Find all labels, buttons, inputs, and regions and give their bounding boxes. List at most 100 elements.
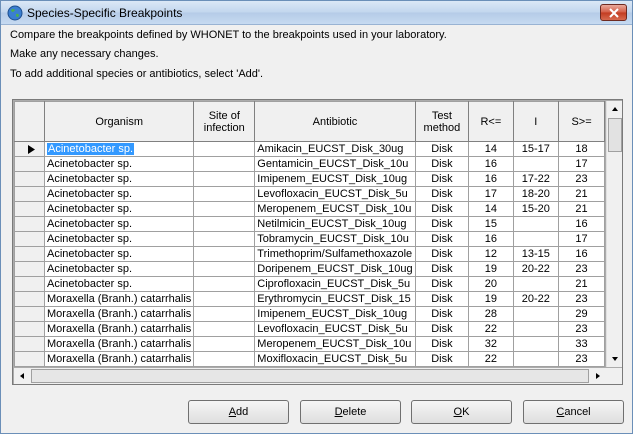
cell-s[interactable]: 23 (558, 351, 605, 367)
cell-organism[interactable]: Moraxella (Branh.) catarrhalis (44, 306, 195, 322)
cell-antibiotic[interactable]: Ciprofloxacin_EUCST_Disk_5u (254, 276, 416, 292)
cell-s[interactable]: 21 (558, 276, 605, 292)
row-selector[interactable] (14, 171, 46, 187)
table-row[interactable]: Acinetobacter sp. Levofloxacin_EUCST_Disk… (14, 186, 605, 202)
cell-test-method[interactable]: Disk (414, 141, 470, 157)
cell-r[interactable]: 14 (468, 201, 514, 217)
cell-site[interactable] (193, 156, 256, 172)
cell-r[interactable]: 20 (468, 276, 514, 292)
cell-r[interactable]: 19 (468, 291, 514, 307)
table-row[interactable]: Acinetobacter sp. Netilmicin_EUCST_Disk_1… (14, 216, 605, 232)
row-selector[interactable] (14, 306, 46, 322)
row-selector[interactable] (14, 291, 46, 307)
cell-s[interactable]: 16 (558, 246, 605, 262)
table-row[interactable]: Acinetobacter sp. Ciprofloxacin_EUCST_Dis… (14, 276, 605, 292)
scroll-right-icon[interactable] (590, 368, 606, 384)
cell-site[interactable] (193, 321, 256, 337)
cell-antibiotic[interactable]: Levofloxacin_EUCST_Disk_5u (254, 321, 416, 337)
cell-organism[interactable]: Moraxella (Branh.) catarrhalis (44, 321, 195, 337)
scroll-up-icon[interactable] (607, 101, 623, 117)
cell-r[interactable]: 22 (468, 321, 514, 337)
cell-site[interactable] (193, 246, 256, 262)
breakpoints-grid[interactable]: Organism Site of infection Antibiotic Te… (12, 99, 623, 385)
table-row[interactable]: Acinetobacter sp. Tobramycin_EUCST_Disk_1… (14, 231, 605, 247)
cell-r[interactable]: 19 (468, 261, 514, 277)
cell-i[interactable]: 20-22 (512, 291, 560, 307)
cell-antibiotic[interactable]: Netilmicin_EUCST_Disk_10ug (254, 216, 416, 232)
cell-s[interactable]: 23 (558, 261, 605, 277)
cell-r[interactable]: 14 (468, 141, 514, 157)
cell-r[interactable]: 12 (468, 246, 514, 262)
cell-i[interactable] (512, 216, 560, 232)
cell-antibiotic[interactable]: Imipenem_EUCST_Disk_10ug (254, 306, 416, 322)
column-header-organism[interactable]: Organism (44, 101, 195, 142)
cell-i[interactable]: 15-20 (512, 201, 560, 217)
cell-i[interactable] (512, 351, 560, 367)
cell-i[interactable]: 18-20 (512, 186, 560, 202)
close-button[interactable] (600, 4, 627, 21)
cell-r[interactable]: 16 (468, 156, 514, 172)
column-header-i[interactable]: I (512, 101, 560, 142)
row-selector[interactable] (14, 276, 46, 292)
row-selector[interactable] (14, 246, 46, 262)
cell-organism[interactable]: Acinetobacter sp. (44, 231, 195, 247)
cell-site[interactable] (193, 306, 256, 322)
cell-site[interactable] (193, 276, 256, 292)
cell-s[interactable]: 23 (558, 291, 605, 307)
table-row[interactable]: Moraxella (Branh.) catarrhalis Moxifloxac… (14, 351, 605, 367)
horizontal-scroll-thumb[interactable] (31, 369, 589, 383)
cell-r[interactable]: 22 (468, 351, 514, 367)
cell-i[interactable]: 13-15 (512, 246, 560, 262)
cell-i[interactable] (512, 321, 560, 337)
row-selector[interactable] (14, 231, 46, 247)
cell-antibiotic[interactable]: Meropenem_EUCST_Disk_10u (254, 336, 416, 352)
cell-organism[interactable]: Moraxella (Branh.) catarrhalis (44, 351, 195, 367)
cell-r[interactable]: 16 (468, 231, 514, 247)
cell-antibiotic[interactable]: Meropenem_EUCST_Disk_10u (254, 201, 416, 217)
row-selector[interactable] (14, 216, 46, 232)
cell-i[interactable] (512, 276, 560, 292)
cell-organism[interactable]: Acinetobacter sp. (44, 261, 195, 277)
add-button[interactable]: Add (188, 400, 289, 424)
cell-antibiotic[interactable]: Moxifloxacin_EUCST_Disk_5u (254, 351, 416, 367)
cell-test-method[interactable]: Disk (414, 231, 470, 247)
cell-test-method[interactable]: Disk (414, 216, 470, 232)
cell-s[interactable]: 23 (558, 321, 605, 337)
cell-organism[interactable]: Acinetobacter sp. (44, 171, 195, 187)
cell-test-method[interactable]: Disk (414, 291, 470, 307)
row-selector[interactable] (14, 186, 46, 202)
cell-antibiotic[interactable]: Gentamicin_EUCST_Disk_10u (254, 156, 416, 172)
row-selector[interactable] (14, 201, 46, 217)
vertical-scroll-thumb[interactable] (608, 118, 622, 152)
cell-site[interactable] (193, 291, 256, 307)
cell-test-method[interactable]: Disk (414, 276, 470, 292)
cell-test-method[interactable]: Disk (414, 306, 470, 322)
table-row[interactable]: Moraxella (Branh.) catarrhalis Meropenem_… (14, 336, 605, 352)
cell-s[interactable]: 17 (558, 156, 605, 172)
cell-s[interactable]: 16 (558, 216, 605, 232)
cell-site[interactable] (193, 186, 256, 202)
table-row[interactable]: Acinetobacter sp. Gentamicin_EUCST_Disk_1… (14, 156, 605, 172)
cell-i[interactable]: 17-22 (512, 171, 560, 187)
cell-antibiotic[interactable]: Erythromycin_EUCST_Disk_15 (254, 291, 416, 307)
table-row[interactable]: Acinetobacter sp. Meropenem_EUCST_Disk_10… (14, 201, 605, 217)
cell-s[interactable]: 33 (558, 336, 605, 352)
cell-antibiotic[interactable]: Levofloxacin_EUCST_Disk_5u (254, 186, 416, 202)
cell-test-method[interactable]: Disk (414, 351, 470, 367)
cell-test-method[interactable]: Disk (414, 171, 470, 187)
cell-test-method[interactable]: Disk (414, 156, 470, 172)
table-row[interactable]: Acinetobacter sp. Doripenem_EUCST_Disk_10… (14, 261, 605, 277)
cell-s[interactable]: 23 (558, 171, 605, 187)
cell-site[interactable] (193, 336, 256, 352)
cell-antibiotic[interactable]: Imipenem_EUCST_Disk_10ug (254, 171, 416, 187)
row-selector[interactable] (14, 156, 46, 172)
cell-test-method[interactable]: Disk (414, 336, 470, 352)
scroll-down-icon[interactable] (607, 351, 623, 367)
cell-organism[interactable]: Acinetobacter sp. (44, 246, 195, 262)
cell-antibiotic[interactable]: Trimethoprim/Sulfamethoxazole (254, 246, 416, 262)
row-selector[interactable] (14, 351, 46, 367)
vertical-scrollbar[interactable] (606, 101, 622, 367)
cell-s[interactable]: 21 (558, 201, 605, 217)
cell-r[interactable]: 32 (468, 336, 514, 352)
cell-test-method[interactable]: Disk (414, 261, 470, 277)
